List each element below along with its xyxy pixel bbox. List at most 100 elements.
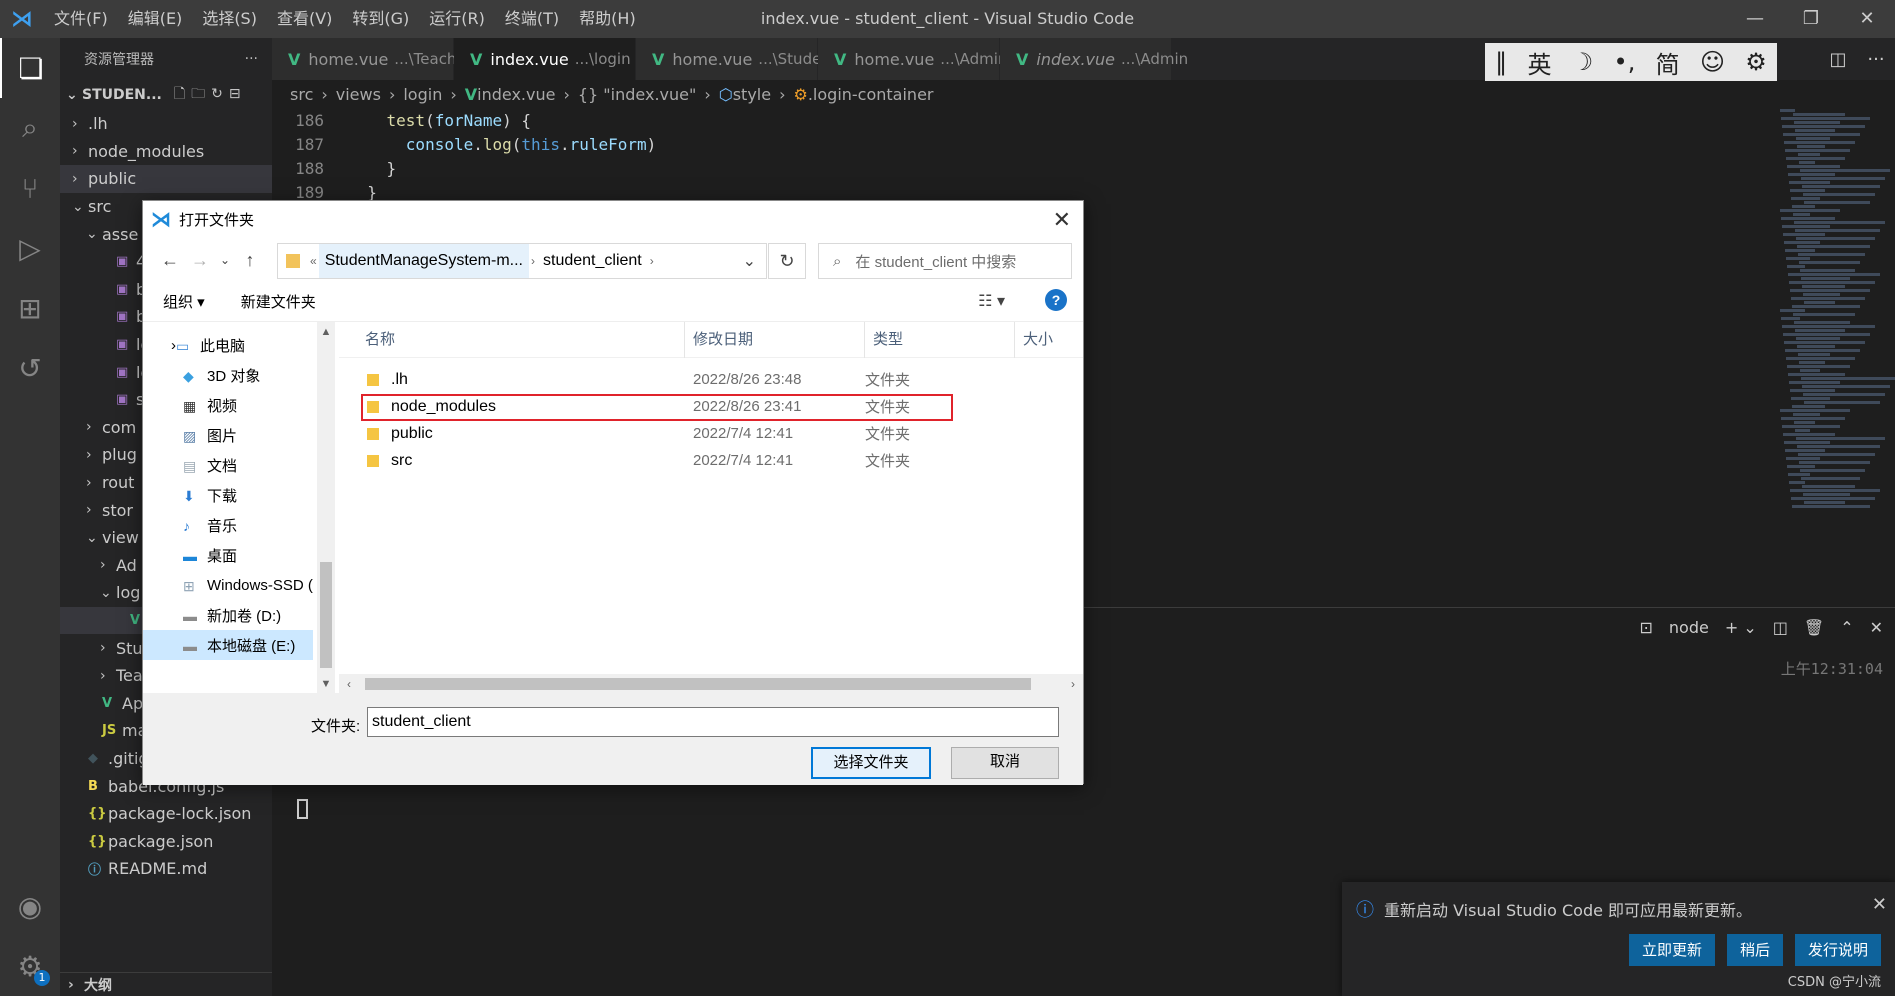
chevron-right-icon[interactable]: › [650,254,654,268]
nav-pane-item[interactable]: ▨ 图片 [143,420,313,450]
address-crumb[interactable]: student_client [537,252,648,270]
breadcrumb-item[interactable]: src [290,85,313,104]
minimap[interactable] [1780,108,1895,548]
nav-pane-item[interactable]: ▬ 新加卷 (D:) [143,600,313,630]
column-modified[interactable]: 修改日期 [685,321,865,358]
ime-language-toggle[interactable]: 英 [1527,45,1551,80]
manage-gear-icon[interactable]: ⚙ 1 [0,936,60,996]
editor-tab[interactable]: Vhome.vue ...\Admin [818,38,1007,80]
nav-pane-item[interactable]: ▦ 视频 [143,390,313,420]
new-terminal-icon[interactable]: + ⌄ [1725,618,1757,637]
breadcrumb-item[interactable]: .login-container [808,85,934,104]
menu-item[interactable]: 查看(V) [267,0,342,38]
close-panel-icon[interactable]: ✕ [1870,618,1883,637]
organize-button[interactable]: 组织 ▾ [163,291,205,312]
outline-section[interactable]: › 大纲 [60,972,272,996]
select-folder-button[interactable]: 选择文件夹 [811,747,931,779]
terminal-shell[interactable]: node [1669,618,1709,637]
forward-arrow-icon[interactable]: → [185,250,215,271]
menu-item[interactable]: 编辑(E) [118,0,193,38]
maximize-panel-icon[interactable]: ⌃ [1840,618,1853,637]
editor-tab[interactable]: Vindex.vue...\login✕ [454,38,654,80]
view-options-icon[interactable]: ☷ ▾ [978,291,1005,311]
ime-emoji-icon[interactable]: ☺ [1700,48,1725,76]
column-type[interactable]: 类型 [865,321,1015,358]
menu-item[interactable]: 帮助(H) [569,0,646,38]
address-bar[interactable]: « StudentManageSystem-m... › student_cli… [277,243,767,279]
explorer-toolbar-icons[interactable]: 🗋🗀↻⊟ [174,83,247,107]
menu-item[interactable]: 文件(F) [44,0,118,38]
help-icon[interactable]: ? [1045,289,1067,311]
breadcrumb-item[interactable]: views [336,85,381,104]
editor-tab[interactable]: Vhome.vue ...\Teacher [272,38,472,80]
refresh-icon[interactable]: ↻ [768,243,806,279]
column-name[interactable]: 名称 [339,321,685,358]
breadcrumb-item[interactable]: login [403,85,442,104]
tree-item[interactable]: ⓘ README.md [60,855,272,883]
ime-handle-icon[interactable]: ‖ [1495,48,1507,76]
breadcrumb-item[interactable]: {} "index.vue" [578,85,696,104]
tree-item[interactable]: {} package-lock.json [60,800,272,828]
ime-settings-icon[interactable]: ⚙ [1745,48,1767,76]
nav-pane-item[interactable]: ⬇ 下载 [143,480,313,510]
scroll-down-icon[interactable]: ▼ [317,678,335,690]
tree-item[interactable]: › public [60,165,272,193]
search-box[interactable]: ⌕ 在 student_client 中搜索 [818,243,1072,279]
scroll-up-icon[interactable]: ▲ [317,326,335,338]
menu-item[interactable]: 终端(T) [495,0,569,38]
overflow-icon[interactable]: « [310,254,317,268]
column-size[interactable]: 大小 [1015,322,1075,358]
ime-moon-icon[interactable]: ☽ [1572,48,1594,76]
minimize-icon[interactable]: — [1727,0,1783,38]
release-notes-button[interactable]: 发行说明 [1794,934,1881,966]
chevron-right-icon[interactable]: › [531,254,535,268]
update-now-button[interactable]: 立即更新 [1628,934,1715,966]
code-editor[interactable]: 186 test(forName) { 187 console.log(this… [272,108,1772,204]
menu-item[interactable]: 运行(R) [419,0,495,38]
explorer-icon[interactable]: ❏ [0,38,60,98]
nav-pane-item[interactable]: › ▭ 此电脑 [143,330,313,360]
nav-pane-item[interactable]: ♪ 音乐 [143,510,313,540]
cancel-button[interactable]: 取消 [951,747,1059,779]
close-icon[interactable]: ✕ [1053,207,1071,233]
more-actions-icon[interactable]: ··· [245,51,258,67]
breadcrumb-item[interactable]: style [733,85,771,104]
file-row[interactable]: public 2022/7/4 12:41 文件夹 [339,420,1083,447]
extensions-icon[interactable]: ⊞ [0,278,60,338]
breadcrumb-item[interactable]: index.vue [477,85,555,104]
source-control-icon[interactable]: ⑂ [0,158,60,218]
kill-terminal-icon[interactable]: 🗑 [1804,618,1824,637]
account-icon[interactable]: ◉ [0,876,60,936]
chevron-down-icon[interactable]: ⌄ [743,251,756,271]
recent-dropdown-icon[interactable]: ⌄ [215,253,235,267]
close-icon[interactable]: ✕ [1839,0,1895,38]
search-icon[interactable]: ⌕ [0,98,60,158]
menu-item[interactable]: 转到(G) [342,0,419,38]
file-row[interactable]: node_modules 2022/8/26 23:41 文件夹 [339,393,1083,421]
nav-pane-item[interactable]: ▬ 桌面 [143,540,313,570]
scroll-thumb[interactable] [320,562,332,668]
restore-icon[interactable]: ❐ [1783,0,1839,38]
nav-pane-item[interactable]: ⊞ Windows-SSD ( [143,570,313,600]
menu-item[interactable]: 选择(S) [192,0,267,38]
close-icon[interactable]: ✕ [1872,894,1887,915]
scroll-right-icon[interactable]: › [1071,674,1075,694]
more-icon[interactable]: ··· [1857,49,1895,70]
nav-pane-item[interactable]: ◆ 3D 对象 [143,360,313,390]
address-crumb[interactable]: StudentManageSystem-m... [318,244,529,278]
nav-pane-item[interactable]: ▬ 本地磁盘 (E:) [143,630,313,660]
split-terminal-icon[interactable]: ◫ [1773,618,1788,637]
ime-simplified-toggle[interactable]: 简 [1656,45,1680,80]
tree-item[interactable]: › .lh [60,110,272,138]
scroll-left-icon[interactable]: ‹ [347,674,351,694]
file-row[interactable]: .lh 2022/8/26 23:48 文件夹 [339,366,1083,393]
new-folder-button[interactable]: 新建文件夹 [241,291,316,312]
ime-punctuation-icon[interactable]: •, [1614,48,1636,76]
workspace-section[interactable]: ⌄ STUDEN... 🗋🗀↻⊟ [60,80,272,110]
run-debug-icon[interactable]: ▷ [0,218,60,278]
back-arrow-icon[interactable]: ← [155,250,185,271]
editor-tab[interactable]: Vindex.vue ...\Admin [1000,38,1188,80]
up-arrow-icon[interactable]: ↑ [235,250,265,271]
scroll-thumb[interactable] [365,678,1031,690]
split-editor-icon[interactable]: ◫ [1819,49,1857,70]
